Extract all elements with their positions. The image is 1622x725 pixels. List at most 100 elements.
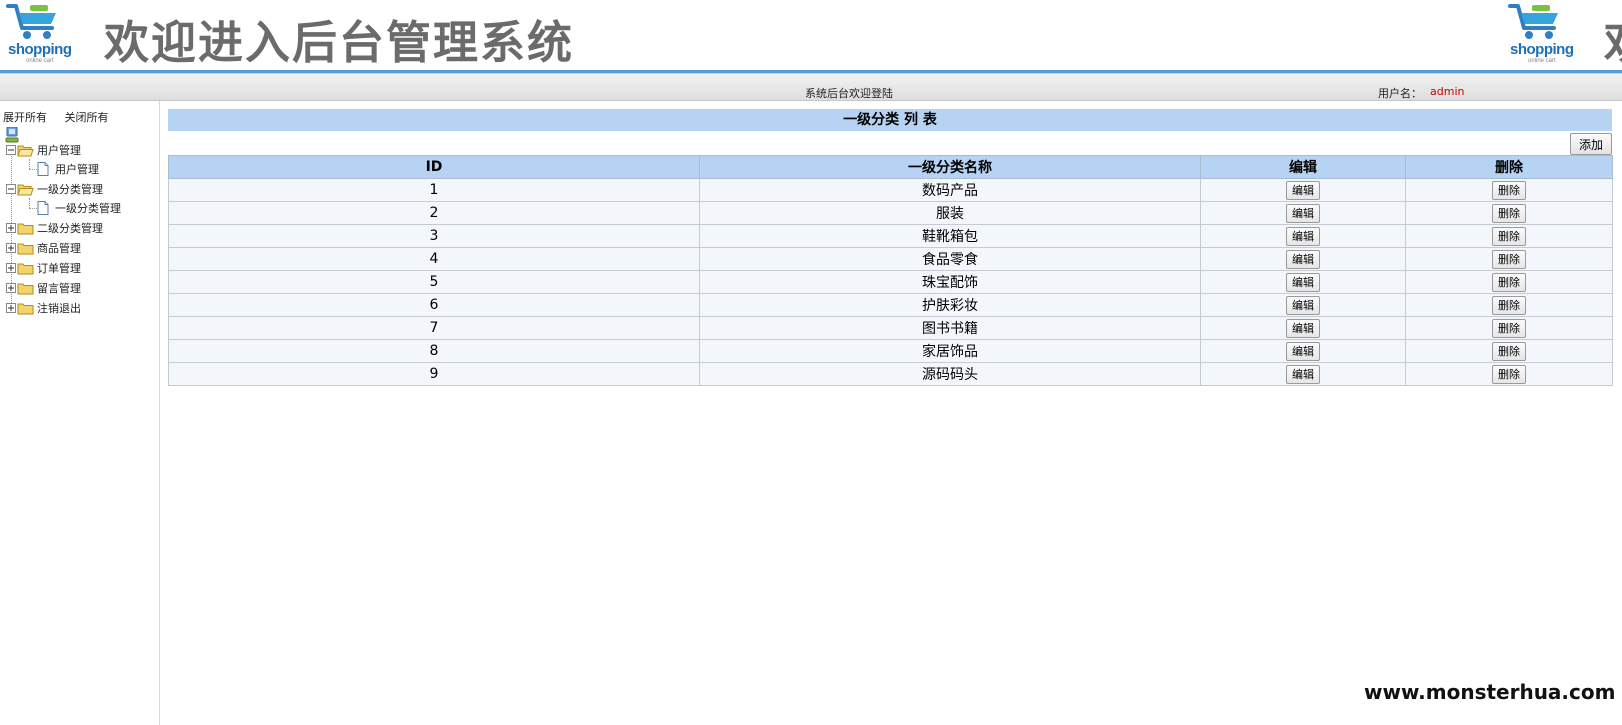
cell-edit: 编辑 [1200, 178, 1406, 202]
cell-edit: 编辑 [1200, 316, 1406, 340]
edit-button[interactable]: 编辑 [1286, 249, 1320, 269]
tree-leaf-user-management[interactable]: 用户管理 [37, 160, 99, 178]
cell-delete: 删除 [1405, 270, 1613, 294]
table-body: 1 数码产品 编辑 删除 2 服装 编辑 删除 3 鞋靴箱包 编辑 删除 4 食品零食 编辑 删除 5 珠宝配饰编… [168, 178, 1613, 386]
table-row: 7 图书书籍 编辑 删除 [168, 316, 1613, 340]
column-header-edit: 编辑 [1200, 155, 1406, 179]
tree-expand-icon[interactable] [6, 243, 16, 253]
table-row: 3 鞋靴箱包 编辑 删除 [168, 224, 1613, 248]
tree-expand-icon[interactable] [6, 223, 16, 233]
column-header-name: 一级分类名称 [699, 155, 1201, 179]
watermark-text: www.monsterhua.com [1364, 680, 1616, 704]
folder-icon [17, 283, 34, 294]
list-title: 一级分类 列 表 [168, 109, 1612, 131]
tree-label[interactable]: 用户管理 [55, 161, 99, 177]
tree-connector [29, 159, 30, 169]
tree-label[interactable]: 用户管理 [37, 142, 81, 158]
tree-label[interactable]: 订单管理 [37, 260, 81, 276]
folder-icon [17, 243, 34, 254]
cell-edit: 编辑 [1200, 339, 1406, 363]
tree-node-order-management[interactable]: 订单管理 [6, 259, 81, 277]
tree-label[interactable]: 一级分类管理 [37, 181, 103, 197]
edit-button[interactable]: 编辑 [1286, 272, 1320, 292]
tree-label[interactable]: 一级分类管理 [55, 200, 121, 216]
cell-delete: 删除 [1405, 178, 1613, 202]
edit-button[interactable]: 编辑 [1286, 318, 1320, 338]
document-icon [37, 162, 49, 176]
delete-button[interactable]: 删除 [1492, 318, 1526, 338]
category-table: ID 一级分类名称 编辑 删除 1 数码产品 编辑 删除 2 服装 编辑 删除 3 鞋靴箱包 编辑删… [168, 155, 1613, 386]
collapse-all-link[interactable]: 关闭所有 [65, 111, 109, 124]
tree-collapse-icon[interactable] [6, 184, 16, 194]
cell-edit: 编辑 [1200, 293, 1406, 317]
tree-node-level2-category[interactable]: 二级分类管理 [6, 219, 103, 237]
shopping-cart-icon [1508, 4, 1558, 39]
table-row: 1 数码产品 编辑 删除 [168, 178, 1613, 202]
brand-tagline: online cart [26, 58, 54, 64]
main-content: 一级分类 列 表 添加 ID 一级分类名称 编辑 删除 1 数码产品 编辑 删除 2 服装… [168, 109, 1613, 386]
cell-delete: 删除 [1405, 224, 1613, 248]
cell-edit: 编辑 [1200, 247, 1406, 271]
delete-button[interactable]: 删除 [1492, 341, 1526, 361]
cell-category-name: 服装 [699, 201, 1201, 225]
cell-id: 3 [168, 224, 700, 248]
cell-category-name: 珠宝配饰 [699, 270, 1201, 294]
column-header-id: ID [168, 155, 700, 179]
tree-node-product-management[interactable]: 商品管理 [6, 239, 81, 257]
cell-delete: 删除 [1405, 316, 1613, 340]
sidebar: 展开所有 关闭所有 用户管理 用户管理 一级分类管理 一级分类管理 二级分类管理 [0, 101, 160, 725]
tree-expand-icon[interactable] [6, 263, 16, 273]
cell-category-name: 护肤彩妆 [699, 293, 1201, 317]
cell-edit: 编辑 [1200, 224, 1406, 248]
brand-name: shopping [8, 41, 72, 58]
edit-button[interactable]: 编辑 [1286, 341, 1320, 361]
tree-label[interactable]: 留言管理 [37, 280, 81, 296]
page-title: 欢迎进入后台管理系统 [104, 16, 575, 69]
cell-category-name: 数码产品 [699, 178, 1201, 202]
add-button[interactable]: 添加 [1569, 133, 1612, 155]
delete-button[interactable]: 删除 [1492, 249, 1526, 269]
edit-button[interactable]: 编辑 [1286, 364, 1320, 384]
shopping-cart-icon [6, 4, 56, 39]
tree-label[interactable]: 注销退出 [37, 300, 81, 316]
delete-button[interactable]: 删除 [1492, 203, 1526, 223]
table-row: 8 家居饰品 编辑 删除 [168, 339, 1613, 363]
brand-name-repeat: shopping [1510, 41, 1574, 58]
table-row: 5 珠宝配饰 编辑 删除 [168, 270, 1613, 294]
cell-delete: 删除 [1405, 293, 1613, 317]
tree-node-level1-category[interactable]: 一级分类管理 [6, 180, 103, 198]
shopping-logo: shopping online cart [0, 0, 80, 70]
table-row: 9 源码码头 编辑 删除 [168, 362, 1613, 386]
tree-leaf-level1-category[interactable]: 一级分类管理 [37, 199, 121, 217]
delete-button[interactable]: 删除 [1492, 272, 1526, 292]
table-row: 6 护肤彩妆 编辑 删除 [168, 293, 1613, 317]
tree-collapse-icon[interactable] [6, 145, 16, 155]
toolbar: 添加 [168, 131, 1612, 155]
folder-open-icon [17, 145, 34, 156]
folder-icon [17, 303, 34, 314]
document-icon [37, 201, 49, 215]
delete-button[interactable]: 删除 [1492, 295, 1526, 315]
table-header-row: ID 一级分类名称 编辑 删除 [168, 155, 1613, 179]
cell-id: 5 [168, 270, 700, 294]
edit-button[interactable]: 编辑 [1286, 295, 1320, 315]
delete-button[interactable]: 删除 [1492, 364, 1526, 384]
status-bar: 系统后台欢迎登陆 用户名： admin [0, 74, 1622, 101]
tree-node-logout[interactable]: 注销退出 [6, 299, 81, 317]
tree-controls: 展开所有 关闭所有 [3, 109, 123, 125]
delete-button[interactable]: 删除 [1492, 180, 1526, 200]
delete-button[interactable]: 删除 [1492, 226, 1526, 246]
brand-tagline-repeat: online cart [1528, 58, 1556, 64]
tree-expand-icon[interactable] [6, 283, 16, 293]
tree-node-user-management[interactable]: 用户管理 [6, 141, 81, 159]
tree-node-message-management[interactable]: 留言管理 [6, 279, 81, 297]
expand-all-link[interactable]: 展开所有 [3, 111, 47, 124]
edit-button[interactable]: 编辑 [1286, 180, 1320, 200]
edit-button[interactable]: 编辑 [1286, 203, 1320, 223]
edit-button[interactable]: 编辑 [1286, 226, 1320, 246]
tree-connector [29, 169, 37, 170]
tree-label[interactable]: 商品管理 [37, 240, 81, 256]
tree-label[interactable]: 二级分类管理 [37, 220, 103, 236]
cell-category-name: 家居饰品 [699, 339, 1201, 363]
tree-expand-icon[interactable] [6, 303, 16, 313]
